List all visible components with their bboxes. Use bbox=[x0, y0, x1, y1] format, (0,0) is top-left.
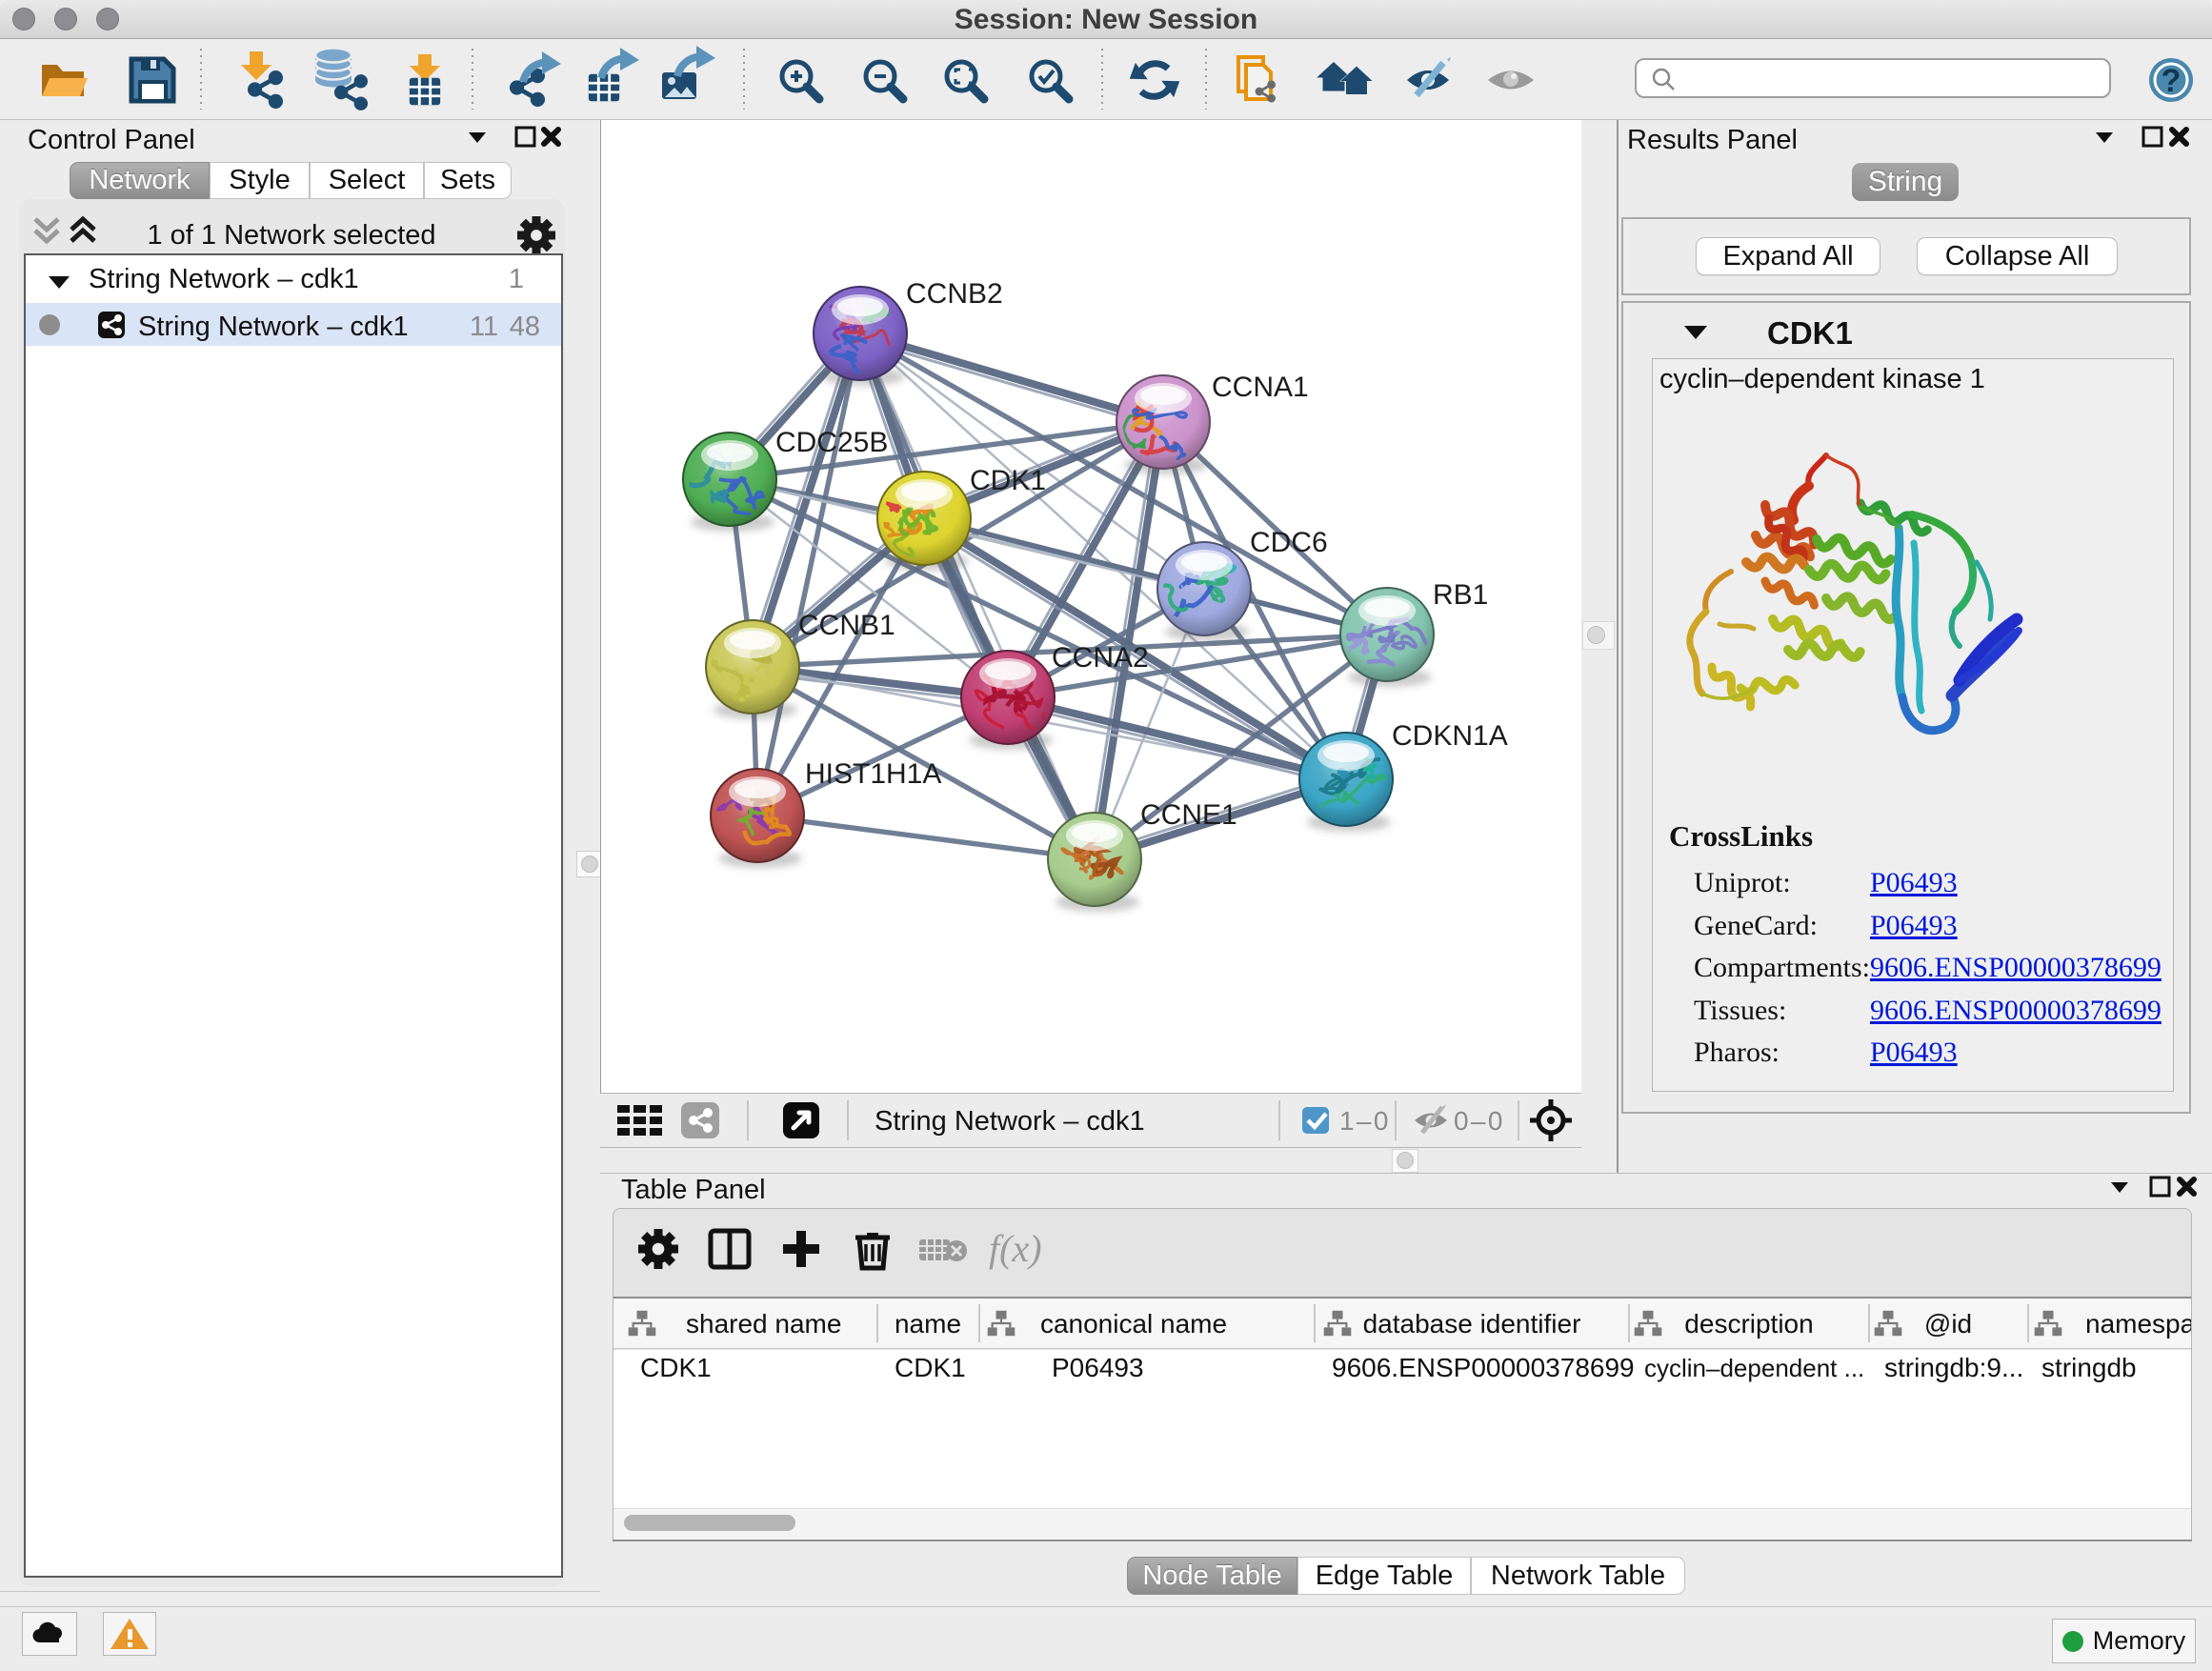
svg-text:0 – 0: 0 – 0 bbox=[1454, 1106, 1502, 1136]
svg-text:CCNB1: CCNB1 bbox=[798, 610, 895, 641]
svg-text:1: 1 bbox=[509, 264, 524, 294]
svg-text:P06493: P06493 bbox=[1052, 1353, 1144, 1382]
svg-text:CCNB2: CCNB2 bbox=[906, 278, 1003, 310]
svg-text:CDK1: CDK1 bbox=[970, 465, 1046, 496]
svg-text:namespac: namespac bbox=[2085, 1309, 2191, 1339]
svg-text:stringdb: stringdb bbox=[2041, 1353, 2137, 1382]
svg-text:stringdb:9...: stringdb:9... bbox=[1884, 1353, 2023, 1382]
svg-text:String Network – cdk1: String Network – cdk1 bbox=[875, 1106, 1145, 1137]
svg-text:f(x): f(x) bbox=[989, 1227, 1042, 1270]
svg-text:cyclin–dependent ...: cyclin–dependent ... bbox=[1644, 1354, 1864, 1382]
svg-text:CDC25B: CDC25B bbox=[775, 427, 888, 458]
svg-text:database identifier: database identifier bbox=[1363, 1309, 1581, 1339]
svg-text:canonical name: canonical name bbox=[1040, 1309, 1227, 1339]
svg-text:?: ? bbox=[2162, 63, 2182, 99]
svg-text:RB1: RB1 bbox=[1433, 579, 1488, 611]
svg-text:CDK1: CDK1 bbox=[895, 1353, 966, 1382]
svg-text:CCNA2: CCNA2 bbox=[1052, 642, 1149, 674]
svg-text:String Network – cdk1: String Network – cdk1 bbox=[138, 312, 409, 342]
svg-text:9606.ENSP00000378699: 9606.ENSP00000378699 bbox=[1332, 1353, 1635, 1382]
svg-text:description: description bbox=[1684, 1309, 1813, 1339]
svg-text:@id: @id bbox=[1924, 1309, 1972, 1339]
svg-text:String Network – cdk1: String Network – cdk1 bbox=[89, 264, 359, 294]
svg-text:CCNE1: CCNE1 bbox=[1140, 799, 1237, 831]
svg-text:1 – 0: 1 – 0 bbox=[1339, 1106, 1388, 1136]
svg-text:CCNA1: CCNA1 bbox=[1212, 372, 1309, 403]
svg-text:11: 11 bbox=[470, 312, 498, 342]
svg-text:HIST1H1A: HIST1H1A bbox=[805, 758, 941, 790]
svg-text:shared name: shared name bbox=[686, 1309, 841, 1339]
svg-text:CDKN1A: CDKN1A bbox=[1392, 720, 1508, 752]
svg-text:48: 48 bbox=[510, 312, 540, 342]
svg-text:name: name bbox=[895, 1309, 961, 1339]
svg-text:CDK1: CDK1 bbox=[640, 1353, 712, 1382]
svg-text:CDC6: CDC6 bbox=[1250, 527, 1328, 558]
